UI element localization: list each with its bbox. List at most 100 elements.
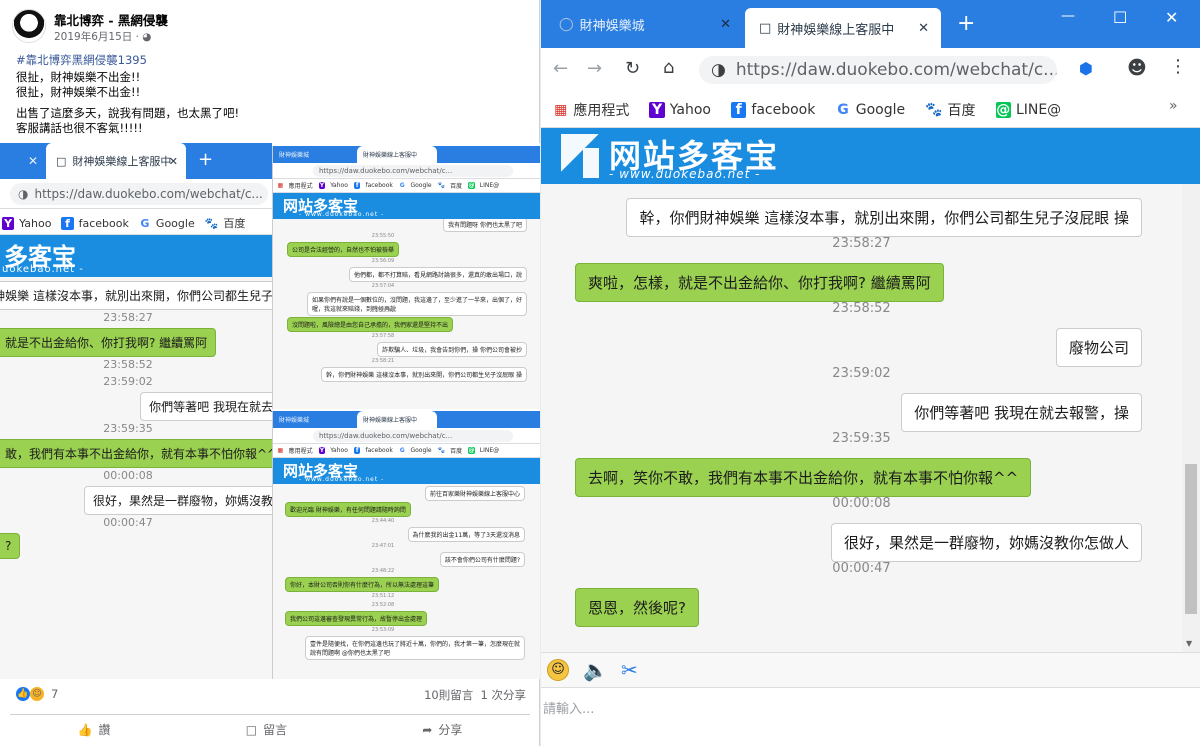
new-tab-button[interactable]: + [957,11,975,36]
crop-bookmark-3[interactable]: 🐾 百度 [205,215,246,231]
customer-message-bubble: 廢物公司 [1055,328,1142,367]
crop-bookmark-2[interactable]: G Google [139,217,194,230]
post-date[interactable]: 2019年6月15日 · ◕ [54,29,151,44]
mini1-bookmark-label: 百度 [450,183,463,190]
mini1-bookmark-1[interactable]: Y Yahoo [318,182,348,189]
chat-scrollbar-thumb[interactable] [1185,464,1197,614]
mini2-tab-inactive-title: 財神娛樂城 [279,417,310,424]
mini2-bookmark-0[interactable]: ▦ 應用程式 [277,446,313,455]
forward-icon[interactable]: → [587,58,602,79]
agent-message-bubble: 你好，本財公司否則你有什麼行為，所以無法處理這筆 [285,577,440,592]
mini2-tab-title: 財神娛樂線上客服中 [363,417,418,424]
chat-timestamp: 23:59:35 [103,422,153,435]
bookmarks-overflow-button[interactable]: » [1169,98,1178,114]
tab-casino[interactable]: ◯ 財神娛樂城 ✕ [555,0,741,48]
yahoo-icon: Y [649,102,665,118]
mini1-tab-active: 財神娛樂線上客服中 [357,146,437,163]
site-info-icon[interactable]: ◑ [711,60,726,80]
close-tab-icon[interactable]: ✕ [720,17,731,32]
mini2-bookmark-5[interactable]: @ LINE@ [468,447,499,454]
mini2-bookmark-4[interactable]: 🐾 百度 [438,446,463,455]
chat-timestamp: 00:00:08 [103,469,153,482]
post-image[interactable]: ✕ □ 財神娛樂線上客服中 ✕ + ◑ https://daw.duokebo.com… [0,143,540,679]
profile-icon[interactable]: ☻ [1127,57,1147,79]
sound-icon[interactable]: 🔈 [583,658,608,682]
share-button[interactable]: ➦ 分享 [422,721,462,738]
message-input[interactable]: 請輸入... [541,688,1200,746]
mini2-bookmark-2[interactable]: f facebook [353,447,393,454]
maximize-button[interactable]: ☐ [1113,8,1127,27]
main-bookmark-2[interactable]: f facebook [731,102,815,118]
like-button[interactable]: 👍 讚 [78,721,111,738]
omnibox[interactable]: ◑ https://daw.duokebo.com/webchat/c... [699,56,1057,84]
screenshot-scissors-icon[interactable]: ✂ [621,658,638,682]
customer-message-bubble: 幹，你們財神娛樂 這樣沒本事，就別出來開，你們公司都生兒子沒屁眼 操 [626,198,1142,237]
main-bookmark-5[interactable]: @ LINE@ [995,102,1061,118]
mini2-bookmark-3[interactable]: G Google [399,447,432,454]
mini2-omnibox: https://daw.duokebo.com/webchat/c... [313,430,513,442]
mini1-bookmark-3[interactable]: G Google [399,182,432,189]
chat-timestamp: 23:57:43 [371,308,395,314]
extension-icon[interactable]: ⬢ [1079,59,1093,78]
customer-message-bubble: 你們等著吧 我現在就去 [140,392,272,421]
main-bookmark-1[interactable]: Y Yahoo [649,102,711,118]
menu-icon[interactable]: ⋮ [1169,56,1187,77]
post-actions: 👍 讚 □ 留言 ➦ 分享 [10,714,530,744]
agent-message-bubble: 恩恩，然後呢? [575,588,699,627]
chat-scrollbar[interactable]: ▼ [1182,184,1200,652]
mini1-bookmark-2[interactable]: f facebook [353,182,393,189]
close-window-button[interactable]: ✕ [1165,8,1178,27]
comments-shares[interactable]: 10則留言 1 次分享 [424,687,526,703]
agent-message-bubble: 歡迎光臨 財神娛樂，有任何問題請隨時詢問 [285,502,411,517]
line-icon: @ [468,447,475,454]
mini1-bookmarks: ▦ 應用程式 Y Yahoo f facebook G Google 🐾 百度 @ LINE@ [273,179,540,193]
emoji-icon[interactable]: ☺ [547,659,569,681]
reload-icon[interactable]: ↻ [625,58,640,79]
reaction-count[interactable]: 7 [51,687,58,701]
agent-message-bubble: 我們公司這邊審查發現異常行為，故暫停出金處理 [285,611,428,626]
crop-bookmark-0[interactable]: Y Yahoo [2,216,52,230]
chat-history[interactable]: 幹，你們財神娛樂 這樣沒本事，就別出來開，你們公司都生兒子沒屁眼 操 23:58:… [541,184,1182,652]
haha-reaction-icon: ☺ [30,687,44,701]
post-hashtag[interactable]: #靠北博弈黑網侵襲1395 [16,52,147,68]
mini2-bookmark-label: 應用程式 [288,448,313,455]
mini2-bookmark-1[interactable]: Y Yahoo [318,447,348,454]
crop-bookmark-label: Yahoo [19,216,52,230]
customer-message-bubble: 為什麼我的出金11萬，等了3天還沒消息 [407,527,525,542]
cropped-chat: 神娛樂 這樣沒本事，就別出來開，你們公司都生兒子 23:58:27 就是不出金給你、… [0,277,272,679]
main-bookmark-4[interactable]: 🐾 百度 [925,100,975,120]
baidu-icon: 🐾 [925,102,943,118]
page-avatar[interactable] [12,9,46,43]
main-bookmark-3[interactable]: G Google [835,102,905,118]
close-tab-icon[interactable]: ✕ [918,21,929,36]
agent-message-bubble: 爽啦，怎樣，就是不出金給你、你打我啊? 繼續罵阿 [575,263,944,302]
globe-icon: ◕ [142,31,152,43]
mini1-site-header: 网站多客宝 - www.duokebao.net - [273,193,540,219]
mini2-bookmark-label: 百度 [450,448,463,455]
crop-bookmark-1[interactable]: f facebook [61,216,129,230]
home-icon[interactable]: ⌂ [663,57,674,78]
cropped-tab-inactive: ✕ [0,143,44,179]
main-bookmark-0[interactable]: ▦ 應用程式 [553,100,629,120]
mini1-bookmark-0[interactable]: ▦ 應用程式 [277,181,312,190]
scroll-down-icon[interactable]: ▼ [1186,639,1192,648]
mini1-bookmark-4[interactable]: 🐾 百度 [438,181,463,190]
minimize-button[interactable]: — [1061,8,1075,24]
customer-message-bubble: 神娛樂 這樣沒本事，就別出來開，你們公司都生兒子 [0,281,272,310]
mini2-logo-sub: - www.duokebao.net - [299,476,385,483]
chat-timestamp: 00:00:08 [832,496,891,511]
mini1-tab-inactive-title: 財神娛樂城 [279,152,310,159]
close-icon: ✕ [28,154,39,168]
comment-button[interactable]: □ 留言 [246,721,287,738]
tab-webchat[interactable]: □ 財神娛樂線上客服中 ✕ [745,8,941,48]
chat-timestamp: 23:52:08 [371,602,395,608]
mini2-chat: 前往百家樂財神娛樂線上客服中心 歡迎光臨 財神娛樂，有任何問題請隨時詢問 23:44… [273,484,540,679]
page-name[interactable]: 靠北博弈 - 黑網侵襲 [54,10,168,29]
back-icon[interactable]: ← [553,58,568,79]
crop-bookmark-label: 百度 [223,217,246,230]
crop-bookmark-label: facebook [78,216,129,230]
main-browser-window: ◯ 財神娛樂城 ✕ □ 財神娛樂線上客服中 ✕ + — ☐ ✕ ← → ↻ ⌂ ◑ htt… [541,0,1200,746]
mini1-bookmark-5[interactable]: @ LINE@ [468,182,499,189]
message-input-placeholder: 請輸入... [543,702,595,717]
apps-icon: ▦ [277,182,284,189]
